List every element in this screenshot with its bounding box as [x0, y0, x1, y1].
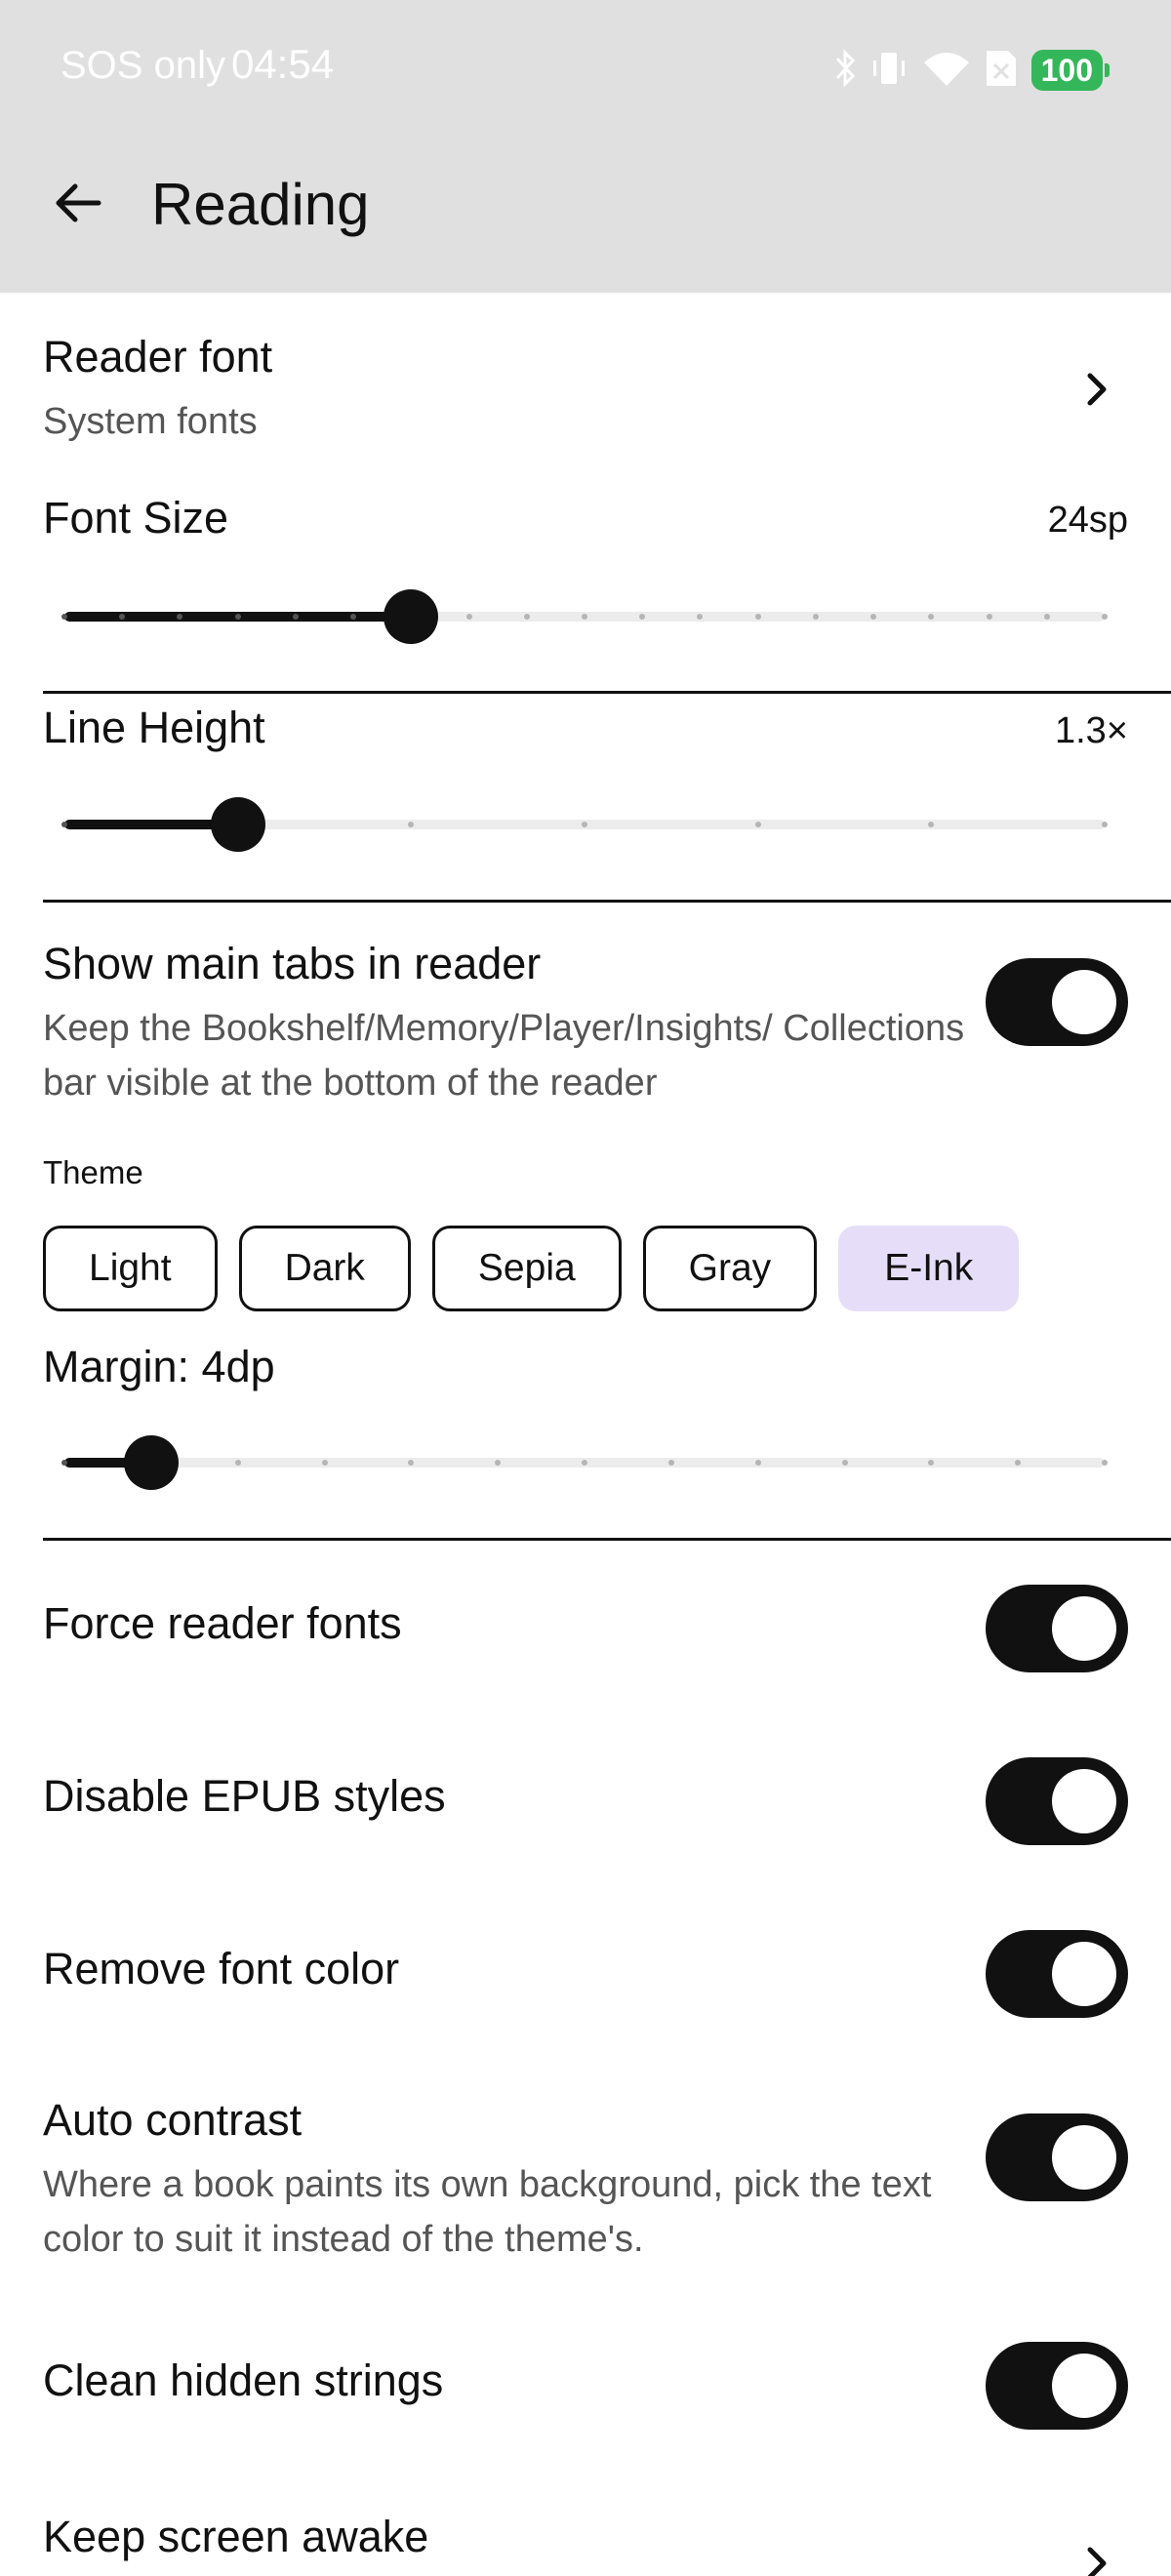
- no-sim-icon: [985, 49, 1018, 93]
- margin-title: Margin: 4dp: [43, 1342, 275, 1391]
- page-title: Reading: [151, 172, 370, 237]
- slider-tick: [61, 822, 67, 827]
- clean-hidden-strings-toggle[interactable]: [986, 2342, 1128, 2430]
- auto-contrast-title: Auto contrast: [43, 2095, 303, 2145]
- remove-font-color-toggle[interactable]: [986, 1930, 1128, 2018]
- slider-tick: [321, 1460, 328, 1466]
- toggle-knob: [1052, 2125, 1116, 2190]
- show-main-tabs-subtitle: Keep the Bookshelf/Memory/Player/Insight…: [43, 1008, 965, 1104]
- slider-tick: [61, 614, 67, 620]
- slider-tick: [812, 614, 819, 620]
- slider-tick: [1102, 614, 1108, 620]
- theme-chip-sepia[interactable]: Sepia: [431, 1226, 622, 1311]
- keep-screen-awake-title: Keep screen awake: [43, 2512, 429, 2561]
- force-reader-fonts-toggle[interactable]: [986, 1585, 1128, 1672]
- disable-epub-styles-toggle[interactable]: [986, 1757, 1128, 1845]
- arrow-back-icon: [54, 179, 102, 232]
- show-main-tabs-title: Show main tabs in reader: [43, 939, 542, 988]
- auto-contrast-subtitle: Where a book paints its own background, …: [43, 2164, 932, 2260]
- slider-tick: [754, 822, 761, 827]
- divider: [43, 1538, 1171, 1541]
- slider-tick: [523, 614, 530, 620]
- theme-label: Theme: [43, 1154, 143, 1190]
- slider-thumb[interactable]: [123, 1435, 179, 1490]
- reader-font-subtitle: System fonts: [43, 401, 258, 442]
- force-reader-fonts-title: Force reader fonts: [43, 1598, 402, 1648]
- slider-thumb[interactable]: [384, 589, 439, 644]
- divider: [43, 691, 1171, 694]
- slider-tick: [986, 614, 992, 620]
- line-height-slider[interactable]: [61, 795, 1108, 854]
- slider-tick: [292, 614, 299, 620]
- theme-chip-light[interactable]: Light: [43, 1226, 218, 1311]
- slider-tick: [582, 614, 587, 620]
- back-button[interactable]: [39, 166, 117, 244]
- margin-slider[interactable]: [61, 1433, 1108, 1492]
- auto-contrast-toggle[interactable]: [986, 2113, 1128, 2201]
- vibrate-icon: [869, 49, 909, 93]
- slider-tick: [61, 1460, 67, 1466]
- slider-tick: [1102, 1460, 1108, 1466]
- toggle-knob: [1052, 970, 1116, 1034]
- slider-tick: [754, 614, 761, 620]
- slider-thumb[interactable]: [210, 797, 265, 852]
- font-size-title: Font Size: [43, 493, 229, 543]
- slider-tick: [754, 1460, 761, 1466]
- font-size-slider[interactable]: [61, 587, 1108, 646]
- reader-font-title: Reader font: [43, 332, 273, 382]
- slider-tick: [234, 1460, 241, 1466]
- slider-tick: [1043, 614, 1050, 620]
- slider-tick: [234, 614, 241, 620]
- toggle-knob: [1052, 2354, 1116, 2418]
- slider-tick: [667, 1460, 674, 1466]
- slider-tick: [582, 822, 587, 827]
- status-icons: 100: [834, 47, 1110, 94]
- clean-hidden-strings-title: Clean hidden strings: [43, 2355, 444, 2405]
- theme-chip-dark[interactable]: Dark: [238, 1226, 411, 1311]
- slider-tick: [465, 614, 472, 620]
- remove-font-color-title: Remove font color: [43, 1944, 400, 1993]
- battery-indicator: 100: [1030, 50, 1110, 91]
- show-main-tabs-toggle[interactable]: [986, 958, 1128, 1046]
- toggle-knob: [1052, 1942, 1116, 2006]
- status-bar: SOS only 04:54 100: [0, 0, 1171, 137]
- font-size-value: 24sp: [1047, 500, 1128, 541]
- line-height-title: Line Height: [43, 703, 265, 752]
- theme-chip-group: Light Dark Sepia Gray E-Ink: [43, 1226, 1020, 1311]
- line-height-value: 1.3×: [1054, 710, 1128, 751]
- status-left: SOS only 04:54: [61, 41, 334, 100]
- toggle-knob: [1052, 1769, 1116, 1833]
- slider-tick: [841, 1460, 848, 1466]
- carrier-text: SOS only: [61, 44, 225, 87]
- disable-epub-styles-title: Disable EPUB styles: [43, 1771, 446, 1821]
- wifi-icon: [922, 49, 971, 93]
- divider: [43, 900, 1171, 903]
- bluetooth-icon: [834, 48, 856, 93]
- theme-chip-gray[interactable]: Gray: [642, 1226, 818, 1311]
- slider-tick: [1102, 822, 1108, 827]
- slider-tick: [582, 1460, 587, 1466]
- chevron-right-icon: [1075, 368, 1118, 411]
- theme-chip-e-ink[interactable]: E-Ink: [838, 1226, 1020, 1311]
- toggle-knob: [1052, 1596, 1116, 1661]
- chevron-right-icon: [1075, 2542, 1118, 2576]
- clock: 04:54: [230, 41, 335, 87]
